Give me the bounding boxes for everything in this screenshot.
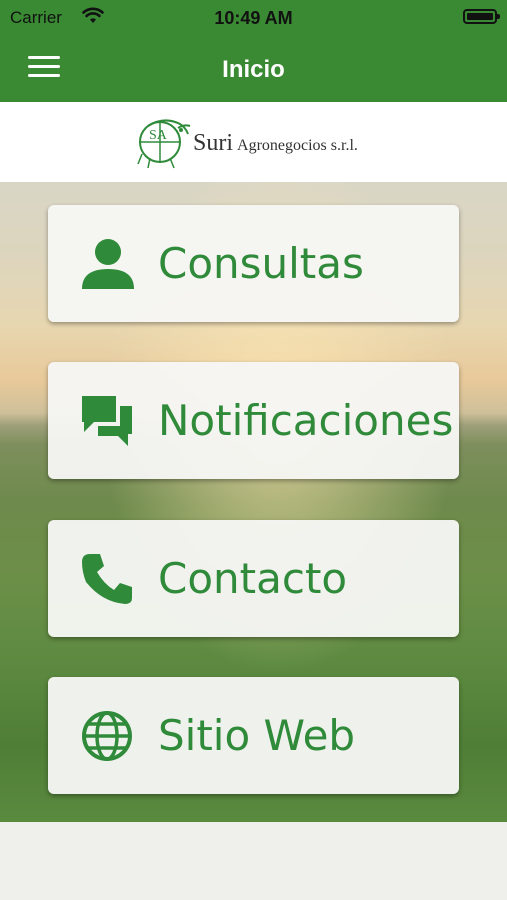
logo-letters: SA (149, 128, 168, 143)
chat-icon (82, 396, 132, 446)
suri-bird-logo-icon: SA (137, 119, 191, 169)
clock: 10:49 AM (214, 8, 293, 28)
navigation-bar: Inicio (0, 36, 507, 102)
phone-icon (82, 554, 132, 604)
notificaciones-button[interactable]: Notificaciones (48, 362, 459, 479)
battery-icon (463, 9, 500, 24)
consultas-label: Consultas (158, 239, 364, 288)
contacto-label: Contacto (158, 554, 348, 603)
brand-subtitle: Agronegocios s.r.l. (237, 137, 358, 154)
sitio-web-button[interactable]: Sitio Web (48, 677, 459, 794)
person-icon (82, 239, 134, 289)
logo-banner: SA Suri Agronegocios s.r.l. (0, 102, 507, 182)
sitio-web-label: Sitio Web (158, 711, 356, 760)
globe-icon (82, 711, 132, 761)
notificaciones-label: Notificaciones (158, 396, 454, 445)
brand-suri: Suri (193, 130, 234, 156)
consultas-button[interactable]: Consultas (48, 205, 459, 322)
status-bar: Carrier 10:49 AM (0, 0, 507, 36)
bottom-spacer (0, 822, 507, 900)
page-title: Inicio (222, 56, 285, 83)
contacto-button[interactable]: Contacto (48, 520, 459, 637)
brand-name: Suri Agronegocios s.r.l. (193, 130, 358, 157)
